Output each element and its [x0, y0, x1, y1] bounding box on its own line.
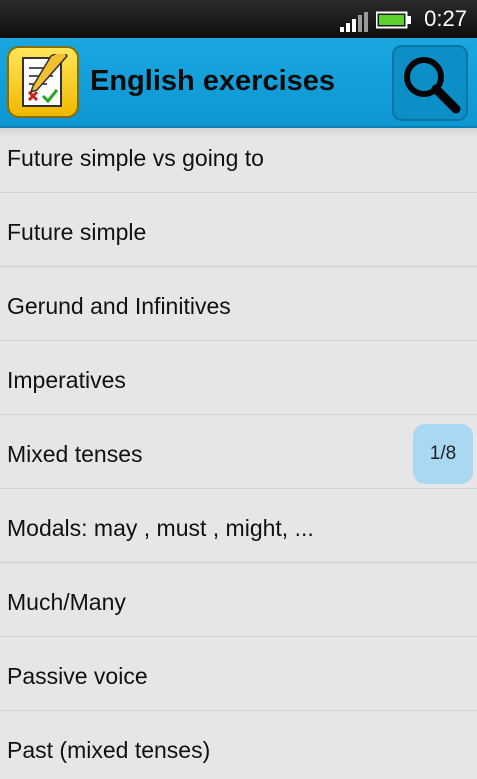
- exercise-list: Future simple vs going to Future simple …: [0, 128, 477, 779]
- search-button[interactable]: [392, 45, 468, 121]
- list-top-shadow: [0, 128, 477, 138]
- list-item[interactable]: Modals: may , must , might, ...: [0, 489, 477, 563]
- list-item-label: Passive voice: [7, 663, 148, 689]
- list-item[interactable]: Past (mixed tenses): [0, 711, 477, 779]
- list-item-label: Past (mixed tenses): [7, 737, 211, 763]
- app-icon[interactable]: [7, 46, 79, 118]
- list-item-label: Future simple: [7, 219, 147, 245]
- page-indicator: 1/8: [413, 424, 473, 484]
- list-item[interactable]: Mixed tenses: [0, 415, 477, 489]
- list-item-label: Gerund and Infinitives: [7, 293, 231, 319]
- search-icon: [404, 57, 461, 114]
- app-title: English exercises: [90, 65, 336, 97]
- list-item[interactable]: Future simple: [0, 193, 477, 267]
- checklist-pencil-icon: [22, 54, 68, 107]
- list-item-label: Mixed tenses: [7, 441, 143, 467]
- list-item-label: Imperatives: [7, 367, 126, 393]
- battery-icon: [376, 11, 411, 29]
- status-bar: 0:27: [0, 0, 477, 38]
- clock: 0:27: [424, 6, 467, 31]
- list-item-label: Future simple vs going to: [7, 145, 264, 171]
- action-bar: English exercises: [0, 38, 477, 128]
- list-item-label: Much/Many: [7, 589, 126, 615]
- list-item[interactable]: Much/Many: [0, 563, 477, 637]
- list-item[interactable]: Passive voice: [0, 637, 477, 711]
- list-item[interactable]: Gerund and Infinitives: [0, 267, 477, 341]
- list-item-label: Modals: may , must , might, ...: [7, 515, 314, 541]
- signal-bars-icon: [340, 12, 368, 32]
- list-item[interactable]: Imperatives: [0, 341, 477, 415]
